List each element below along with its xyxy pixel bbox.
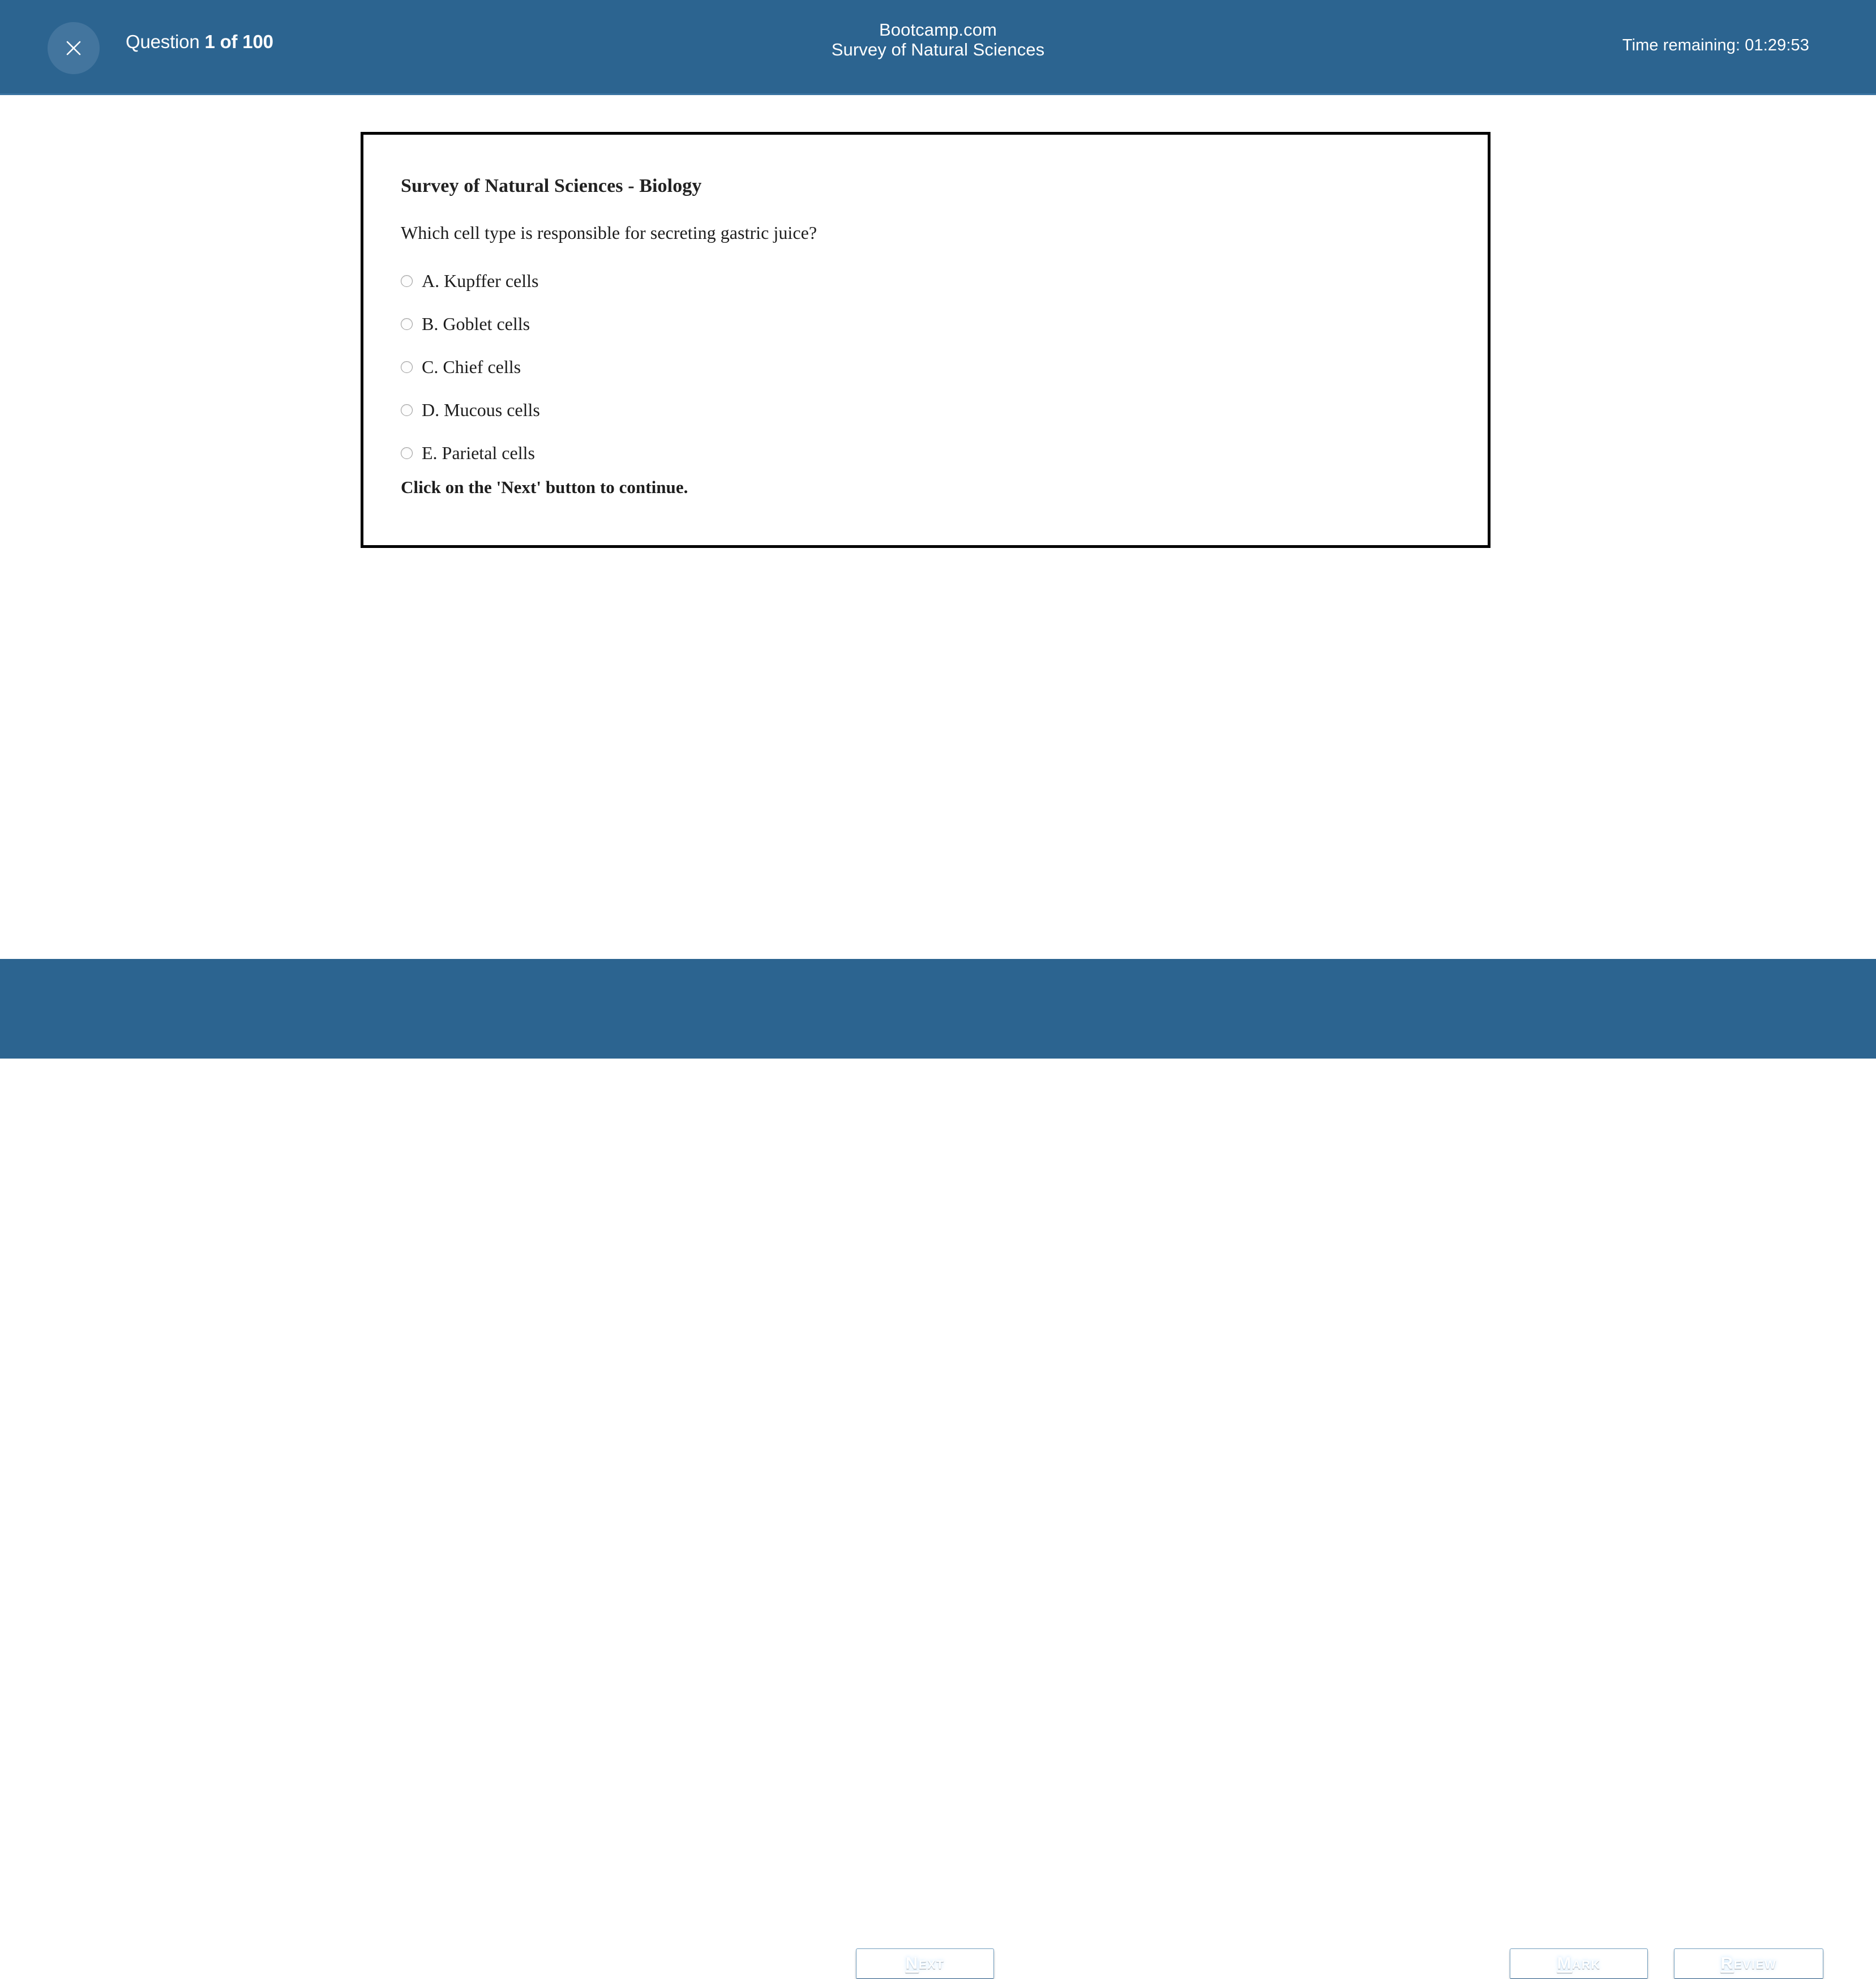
question-counter-value: 1 of 100 <box>204 31 273 52</box>
question-counter-lead: Question <box>126 31 205 52</box>
next-label-rest: ext <box>918 1954 945 1973</box>
section-heading: Survey of Natural Sciences - Biology <box>401 175 702 196</box>
mark-button-label: Mark <box>1557 1955 1601 1972</box>
review-button-label: Review <box>1721 1955 1777 1972</box>
close-exam-button[interactable] <box>48 22 100 74</box>
answer-option-label: D. Mucous cells <box>422 399 540 420</box>
time-remaining: Time remaining: 01:29:53 <box>1622 36 1809 54</box>
next-button-label: Next <box>906 1955 945 1972</box>
mark-label-rest: ark <box>1572 1954 1601 1973</box>
exam-header: Question 1 of 100 Bootcamp.com Survey of… <box>0 0 1876 95</box>
next-button[interactable]: Next <box>856 1948 994 1979</box>
radio-button-a[interactable] <box>401 275 413 287</box>
mark-accesskey: M <box>1557 1954 1573 1973</box>
header-title-block: Bootcamp.com Survey of Natural Sciences <box>0 20 1876 60</box>
answer-options-list: A. Kupffer cells B. Goblet cells C. Chie… <box>401 259 1363 474</box>
answer-option-label: E. Parietal cells <box>422 442 535 463</box>
next-accesskey: N <box>905 1954 919 1973</box>
question-card: Survey of Natural Sciences - Biology Whi… <box>361 132 1490 548</box>
radio-button-c[interactable] <box>401 361 413 373</box>
question-stem: Which cell type is responsible for secre… <box>401 222 817 243</box>
mark-button[interactable]: Mark <box>1510 1948 1648 1979</box>
answer-option-label: A. Kupffer cells <box>422 270 539 291</box>
answer-option-a[interactable]: A. Kupffer cells <box>401 259 1363 302</box>
question-counter: Question 1 of 100 <box>126 31 273 53</box>
exam-footer: Next Mark Review <box>0 959 1876 1979</box>
close-x-icon <box>48 22 100 74</box>
radio-button-e[interactable] <box>401 447 413 459</box>
answer-option-c[interactable]: C. Chief cells <box>401 345 1363 388</box>
radio-button-b[interactable] <box>401 318 413 330</box>
radio-button-d[interactable] <box>401 404 413 416</box>
answer-option-label: C. Chief cells <box>422 356 521 377</box>
answer-option-label: B. Goblet cells <box>422 313 530 334</box>
review-label-rest: eview <box>1733 1954 1777 1973</box>
exam-name: Survey of Natural Sciences <box>831 40 1045 60</box>
continue-instruction: Click on the 'Next' button to continue. <box>401 477 688 497</box>
answer-option-d[interactable]: D. Mucous cells <box>401 388 1363 431</box>
brand-name: Bootcamp.com <box>879 20 997 40</box>
review-accesskey: R <box>1720 1954 1734 1973</box>
answer-option-b[interactable]: B. Goblet cells <box>401 302 1363 345</box>
answer-option-e[interactable]: E. Parietal cells <box>401 431 1363 474</box>
review-button[interactable]: Review <box>1674 1948 1823 1979</box>
main-content-area: Survey of Natural Sciences - Biology Whi… <box>0 95 1876 959</box>
